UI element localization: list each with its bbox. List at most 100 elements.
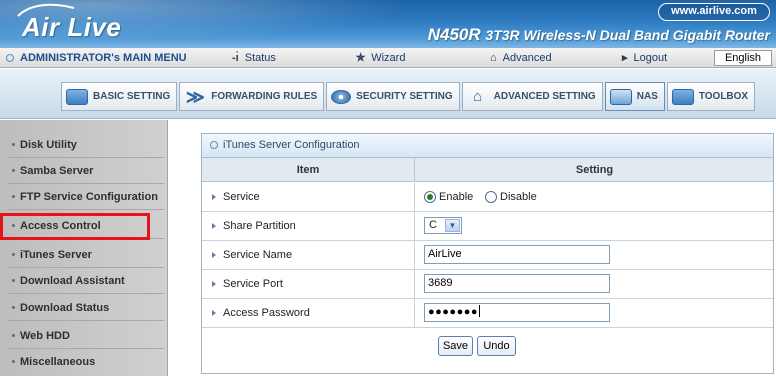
sidebar-divider: [8, 293, 164, 294]
nav-forwarding-rules[interactable]: ≫ FORWARDING RULES: [179, 82, 325, 111]
service-port-label: Service Port: [223, 278, 283, 290]
column-header-setting: Setting: [575, 164, 614, 176]
share-partition-cell: C ▼: [424, 212, 484, 240]
row-label: Service Name: [202, 241, 415, 269]
eye-icon: [331, 89, 352, 104]
nav-nas-label: NAS: [636, 91, 658, 102]
disable-label: Disable: [500, 191, 537, 203]
share-partition-value: C: [429, 219, 437, 231]
top-menu-bar: ADMINISTRATOR's MAIN MENU -ı̇ Status ✯ Wiz…: [0, 48, 776, 68]
service-disable-option[interactable]: Disable: [485, 190, 537, 204]
enable-label: Enable: [439, 191, 474, 203]
advanced-setting-icon: ⌂: [473, 87, 483, 105]
admin-main-menu-label: ADMINISTRATOR's MAIN MENU: [20, 52, 187, 64]
row-label: Service: [202, 183, 415, 211]
row-share-partition: Share Partition C ▼: [202, 212, 773, 241]
bullet-icon: [12, 195, 15, 198]
sidebar-divider: [8, 267, 164, 268]
logout-link[interactable]: ▸ Logout: [622, 48, 667, 68]
itunes-config-panel: iTunes Server Configuration Item Setting…: [201, 133, 774, 374]
model-title: N450R 3T3R Wireless-N Dual Band Gigabit …: [428, 25, 770, 45]
circle-bullet-icon: [210, 141, 218, 149]
sidebar-item-miscellaneous[interactable]: Miscellaneous: [8, 351, 166, 373]
service-name-label: Service Name: [223, 249, 293, 261]
undo-button[interactable]: Undo: [477, 336, 516, 356]
nav-advanced-setting-label: ADVANCED SETTING: [493, 91, 596, 102]
password-mask: ●●●●●●●: [428, 306, 479, 318]
row-label: Access Password: [202, 299, 415, 327]
sidebar-item-label: iTunes Server: [20, 249, 92, 261]
access-control-highlight-box: [0, 213, 150, 240]
disable-radio[interactable]: [485, 191, 497, 203]
model-number: N450R: [427, 25, 481, 44]
main-content: iTunes Server Configuration Item Setting…: [168, 120, 776, 376]
language-select[interactable]: English: [714, 50, 772, 66]
sidebar-divider: [8, 209, 164, 210]
service-port-input[interactable]: 3689: [424, 274, 610, 293]
bullet-icon: [12, 253, 15, 256]
nav-security-setting[interactable]: SECURITY SETTING: [326, 82, 460, 111]
sidebar-item-label: FTP Service Configuration: [20, 191, 158, 203]
admin-main-menu-link[interactable]: ADMINISTRATOR's MAIN MENU: [6, 48, 187, 68]
share-partition-label: Share Partition: [223, 220, 296, 232]
share-partition-select[interactable]: C ▼: [424, 217, 462, 234]
sidebar-item-ftp-service-configuration[interactable]: FTP Service Configuration: [8, 186, 166, 208]
sidebar-item-label: Samba Server: [20, 165, 94, 177]
column-header-item: Item: [202, 158, 415, 182]
service-port-cell: 3689: [424, 270, 624, 298]
sidebar-item-download-status[interactable]: Download Status: [8, 297, 166, 319]
bullet-icon: [12, 360, 15, 363]
nav-toolbox-label: TOOLBOX: [698, 91, 749, 102]
advanced-link[interactable]: ⌂ Advanced: [490, 48, 552, 68]
wizard-link[interactable]: ✯ Wizard: [356, 48, 405, 68]
nav-nas[interactable]: NAS: [604, 82, 665, 111]
section-nav-bar: BASIC SETTING ≫ FORWARDING RULES SECURITY…: [0, 69, 776, 119]
sidebar-item-label: Web HDD: [20, 330, 70, 342]
status-link[interactable]: -ı̇ Status: [232, 48, 276, 68]
bullet-icon: [12, 169, 15, 172]
service-name-cell: AirLive: [424, 241, 624, 269]
arrow-right-icon: [212, 281, 216, 287]
website-link[interactable]: www.airlive.com: [658, 3, 770, 21]
config-table-header: Item Setting: [202, 158, 773, 182]
nas-sidebar: Disk Utility Samba Server FTP Service Co…: [0, 120, 168, 376]
arrow-right-icon: [212, 252, 216, 258]
config-panel-title: iTunes Server Configuration: [202, 134, 773, 158]
access-password-input[interactable]: ●●●●●●●: [424, 303, 610, 322]
bullet-icon: [12, 279, 15, 282]
arrow-right-icon: [212, 223, 216, 229]
row-service-name: Service Name AirLive: [202, 241, 773, 270]
header-banner: Air Live www.airlive.com N450R 3T3R Wire…: [0, 0, 776, 48]
sidebar-divider: [8, 157, 164, 158]
chevron-down-icon[interactable]: ▼: [445, 219, 460, 232]
nav-advanced-setting[interactable]: ⌂ ADVANCED SETTING: [461, 82, 603, 111]
sidebar-item-samba-server[interactable]: Samba Server: [8, 160, 166, 182]
nav-basic-setting-label: BASIC SETTING: [93, 91, 171, 102]
config-title-text: iTunes Server Configuration: [223, 139, 360, 151]
sidebar-item-web-hdd[interactable]: Web HDD: [8, 325, 166, 347]
service-enable-option[interactable]: Enable: [424, 190, 473, 204]
row-label: Share Partition: [202, 212, 415, 240]
nav-toolbox[interactable]: TOOLBOX: [666, 82, 756, 111]
logout-label: Logout: [633, 52, 668, 64]
access-password-label: Access Password: [223, 307, 310, 319]
service-label: Service: [223, 191, 260, 203]
enable-radio[interactable]: [424, 191, 436, 203]
nav-security-setting-label: SECURITY SETTING: [356, 91, 453, 102]
row-access-password: Access Password ●●●●●●●: [202, 299, 773, 328]
advanced-label: Advanced: [502, 52, 552, 64]
sidebar-item-itunes-server[interactable]: iTunes Server: [8, 244, 166, 266]
triangle-right-icon: ▸: [622, 52, 628, 64]
model-description: 3T3R Wireless-N Dual Band Gigabit Router: [485, 27, 770, 43]
forward-icon: ≫: [185, 86, 205, 107]
service-name-input[interactable]: AirLive: [424, 245, 610, 264]
sidebar-item-label: Download Assistant: [20, 275, 125, 287]
sidebar-item-label: Disk Utility: [20, 139, 77, 151]
row-label: Service Port: [202, 270, 415, 298]
row-service: Service Enable Disable: [202, 183, 773, 212]
save-button[interactable]: Save: [438, 336, 473, 356]
sidebar-item-download-assistant[interactable]: Download Assistant: [8, 270, 166, 292]
nav-basic-setting[interactable]: BASIC SETTING: [61, 82, 178, 111]
sidebar-item-label: Download Status: [20, 302, 110, 314]
sidebar-item-disk-utility[interactable]: Disk Utility: [8, 134, 166, 156]
